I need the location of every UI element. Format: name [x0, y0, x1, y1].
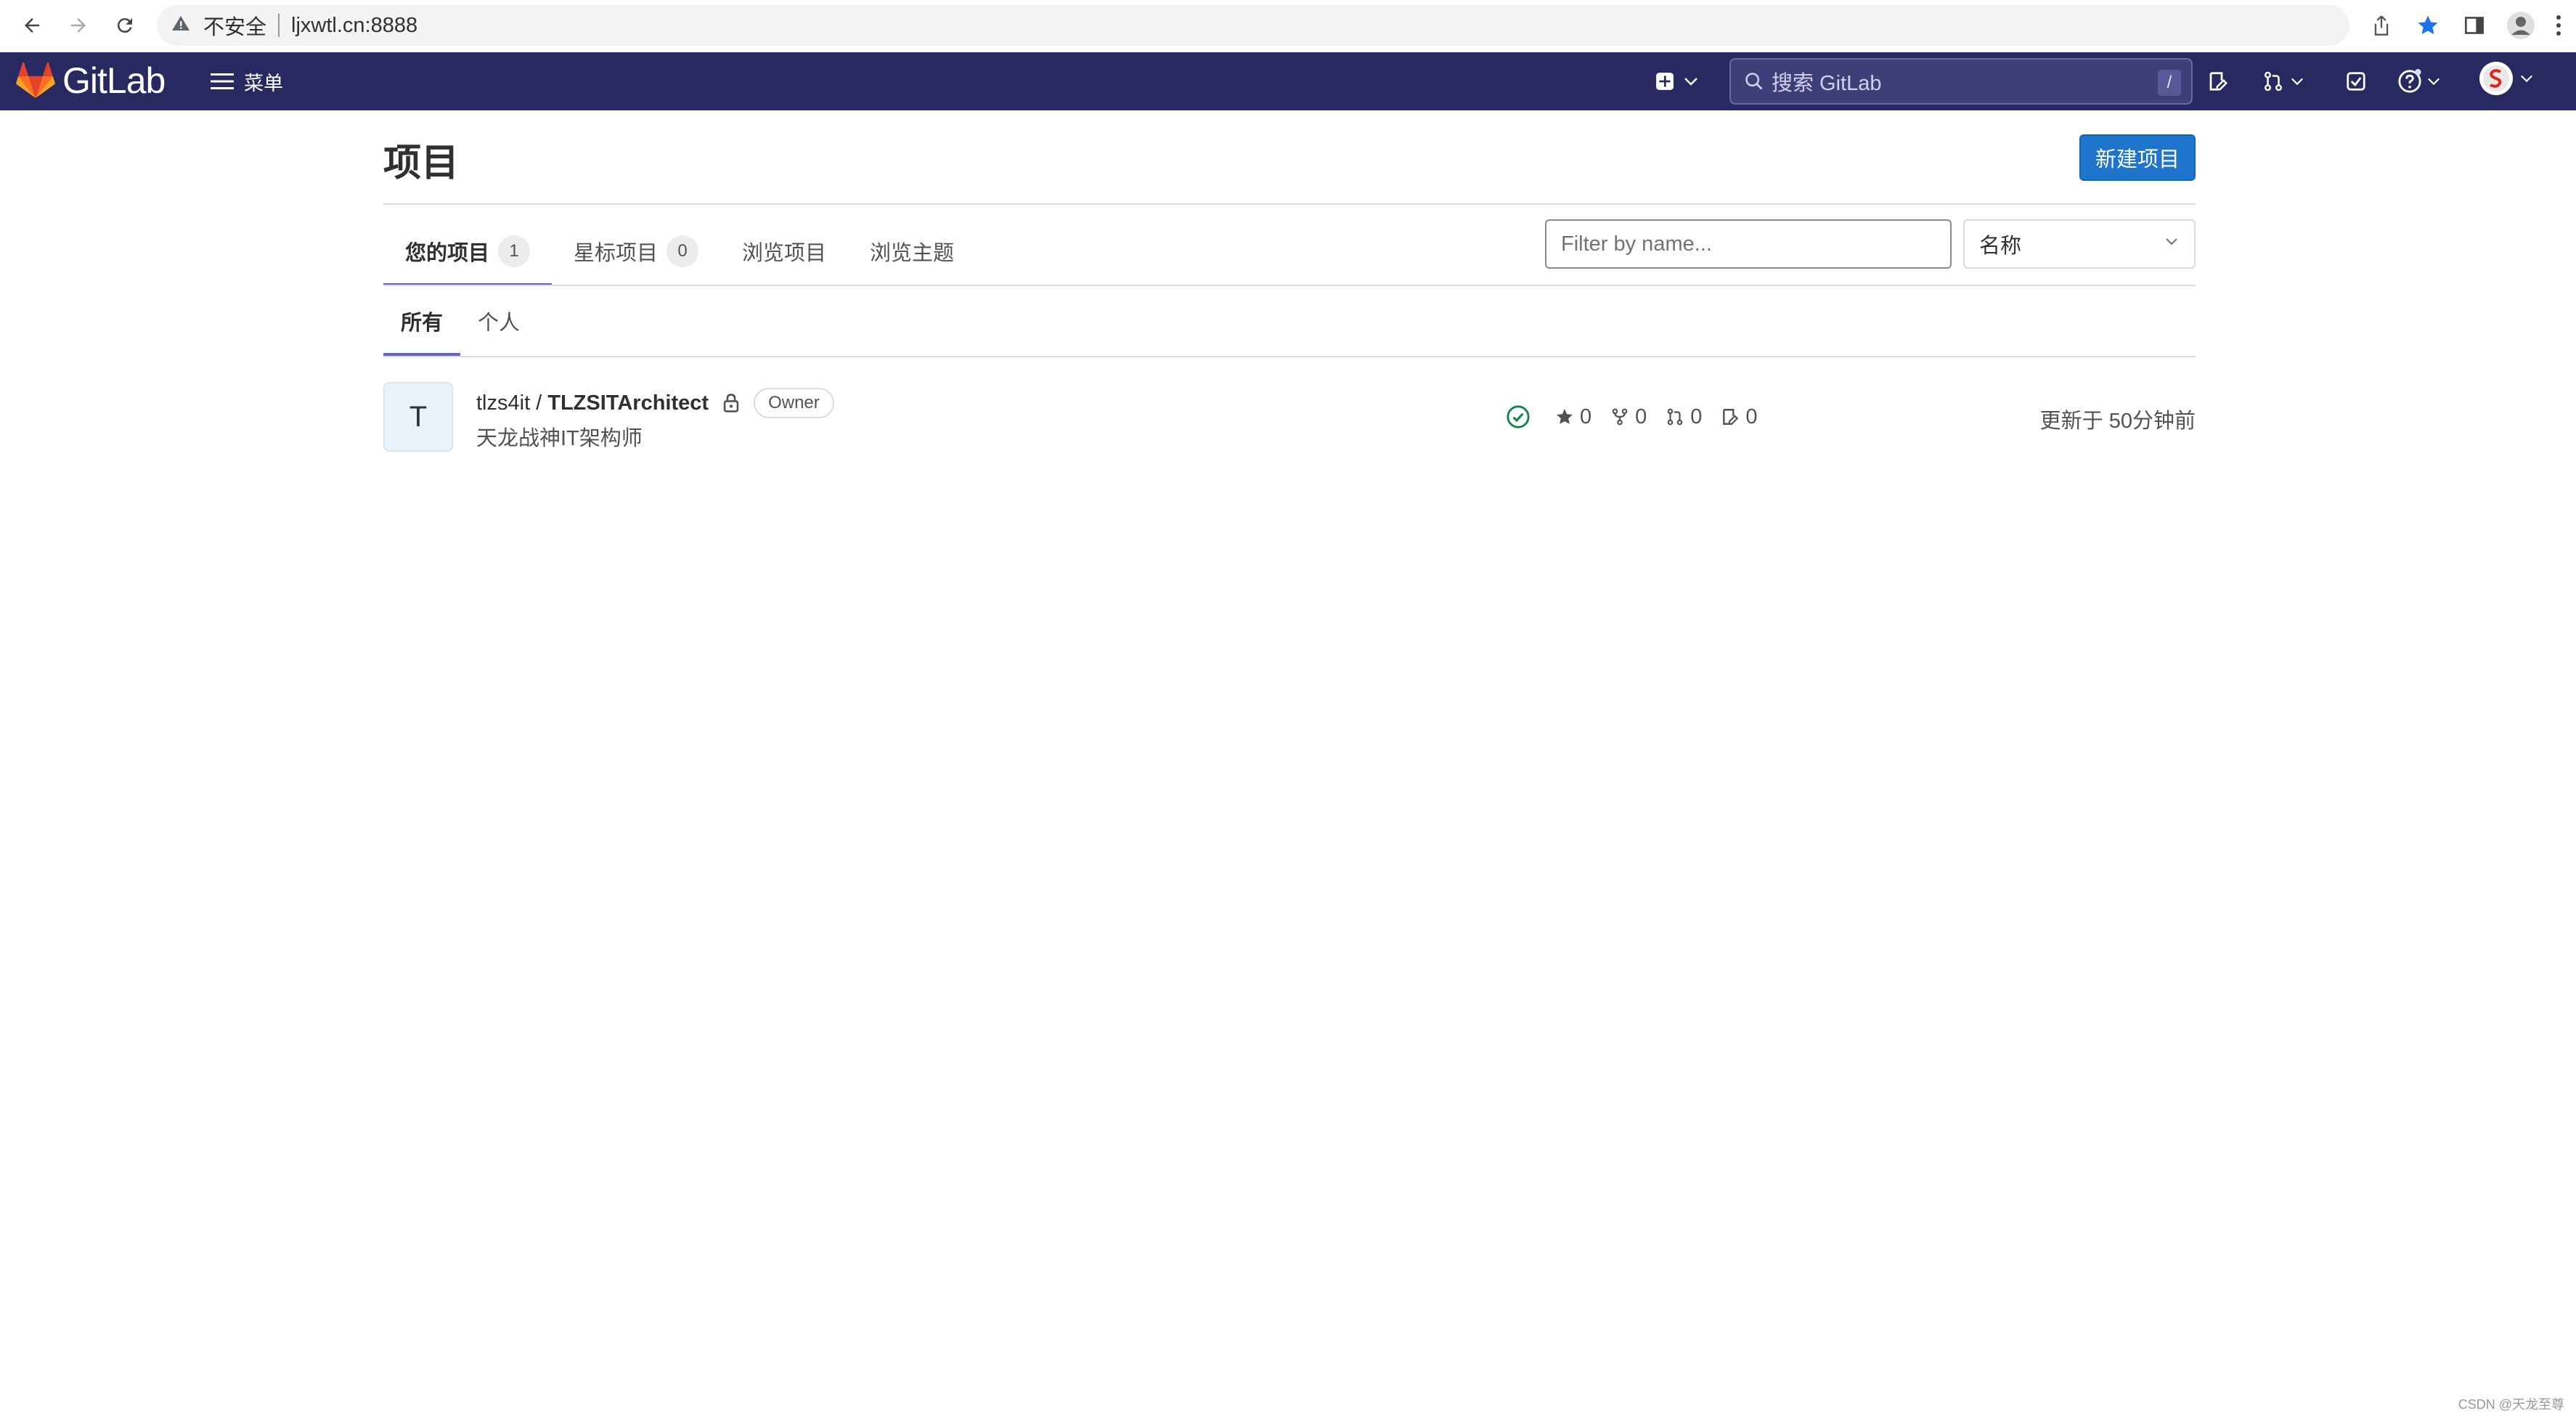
divider: [383, 203, 2196, 205]
tab-label: 星标项目: [574, 242, 659, 265]
logo-text: GitLab: [62, 60, 166, 101]
search-placeholder: 搜索 GitLab: [1772, 72, 1882, 95]
star-icon: [1557, 409, 1573, 424]
project-name-link[interactable]: TLZSITArchitect: [547, 391, 709, 415]
user-avatar: [2479, 62, 2513, 95]
url-text[interactable]: ljxwtl.cn:8888: [291, 14, 417, 38]
reload-icon[interactable]: [102, 2, 148, 49]
role-badge: Owner: [754, 388, 834, 418]
project-tabs: 您的项目 1 星标项目 0 浏览项目 浏览主题: [383, 216, 976, 286]
divider: [278, 14, 280, 37]
bookmark-star-icon[interactable]: [2405, 2, 2451, 49]
forks-value: 0: [1635, 404, 1647, 428]
warning-icon: [171, 14, 190, 38]
tab-explore-projects[interactable]: 浏览项目: [720, 216, 848, 286]
issues-value: 0: [1745, 404, 1758, 428]
issues-nav-button[interactable]: [2207, 65, 2229, 97]
merge-requests-nav-button[interactable]: [2262, 65, 2304, 97]
watermark: CSDN @天龙至尊: [2458, 1397, 2564, 1412]
stars-count[interactable]: 0: [1555, 405, 1591, 429]
tab-label: 浏览项目: [742, 242, 827, 265]
menu-label: 菜单: [244, 72, 283, 94]
tab-count-badge: 0: [667, 235, 699, 267]
pipeline-status-icon[interactable]: [1506, 404, 1536, 429]
tab-label: 浏览主题: [870, 242, 955, 265]
plus-square-icon: [1656, 73, 1674, 90]
stars-value: 0: [1580, 404, 1592, 428]
chevron-down-icon: [1684, 78, 1697, 86]
sort-dropdown[interactable]: 名称: [1963, 219, 2196, 269]
tab-label: 您的项目: [405, 242, 490, 265]
sidepanel-icon[interactable]: [2451, 2, 2498, 49]
last-updated-text: 更新于 50分钟前: [2039, 410, 2196, 433]
new-dropdown-button[interactable]: [1655, 65, 1699, 97]
project-title: tlzs4it / TLZSITArchitect Owner: [476, 388, 834, 418]
merge-request-icon: [1667, 408, 1683, 426]
divider: [383, 356, 2196, 357]
search-icon: [1745, 73, 1763, 90]
project-subtabs: 所有 个人: [383, 286, 537, 356]
filter-by-name-input[interactable]: Filter by name...: [1545, 219, 1952, 269]
chevron-down-icon: [2291, 78, 2304, 86]
merge-requests-count[interactable]: 0: [1666, 405, 1702, 429]
browser-toolbar: 不安全 ljxwtl.cn:8888: [0, 0, 2576, 51]
divider: [383, 285, 2196, 286]
project-description: 天龙战神IT架构师: [476, 427, 643, 450]
forward-icon[interactable]: [55, 2, 102, 49]
help-icon: [2398, 69, 2421, 93]
search-shortcut-hint: /: [2158, 70, 2181, 96]
issues-count[interactable]: 0: [1721, 404, 1758, 429]
address-bar[interactable]: 不安全 ljxwtl.cn:8888: [157, 5, 2349, 46]
tab-count-badge: 1: [498, 235, 531, 267]
subtab-personal[interactable]: 个人: [460, 286, 537, 356]
todo-icon: [2347, 72, 2365, 91]
project-stats: 0 0 0 0: [1506, 401, 1777, 433]
lock-icon: [722, 393, 741, 413]
user-menu-button[interactable]: [2479, 62, 2534, 95]
project-namespace[interactable]: tlzs4it /: [476, 391, 542, 415]
search-input[interactable]: 搜索 GitLab /: [1729, 58, 2193, 105]
chevron-down-icon: [2427, 78, 2440, 86]
page-title: 项目: [383, 142, 460, 184]
hamburger-icon: [211, 73, 234, 89]
chevron-down-icon: [2520, 75, 2533, 83]
more-vertical-icon[interactable]: [2535, 2, 2576, 49]
new-project-button[interactable]: 新建项目: [2079, 134, 2196, 181]
todos-nav-button[interactable]: [2345, 65, 2367, 97]
project-avatar[interactable]: T: [383, 382, 453, 452]
help-nav-button[interactable]: [2397, 65, 2441, 97]
project-list-item: T tlzs4it / TLZSITArchitect Owner 天龙战神IT…: [383, 381, 2196, 453]
tab-starred-projects[interactable]: 星标项目 0: [552, 216, 720, 286]
sort-selected-value: 名称: [1979, 235, 2022, 258]
tab-your-projects[interactable]: 您的项目 1: [383, 216, 553, 286]
menu-button[interactable]: 菜单: [211, 65, 283, 97]
subtab-all[interactable]: 所有: [383, 286, 461, 356]
back-icon[interactable]: [9, 2, 55, 49]
gitlab-logo[interactable]: GitLab: [16, 60, 166, 102]
tab-explore-topics[interactable]: 浏览主题: [848, 216, 976, 286]
issues-icon: [2209, 72, 2228, 91]
insecure-label: 不安全: [203, 16, 267, 39]
gitlab-navbar: GitLab 菜单 搜索 GitLab /: [0, 52, 2576, 110]
issues-icon: [1723, 409, 1739, 425]
forks-count[interactable]: 0: [1610, 405, 1647, 429]
merge-requests-value: 0: [1690, 404, 1703, 428]
merge-request-icon: [2265, 71, 2282, 92]
fork-icon: [1612, 408, 1628, 426]
tanuki-icon: [16, 62, 55, 98]
share-icon[interactable]: [2358, 2, 2405, 49]
chevron-down-icon: [2166, 238, 2177, 245]
